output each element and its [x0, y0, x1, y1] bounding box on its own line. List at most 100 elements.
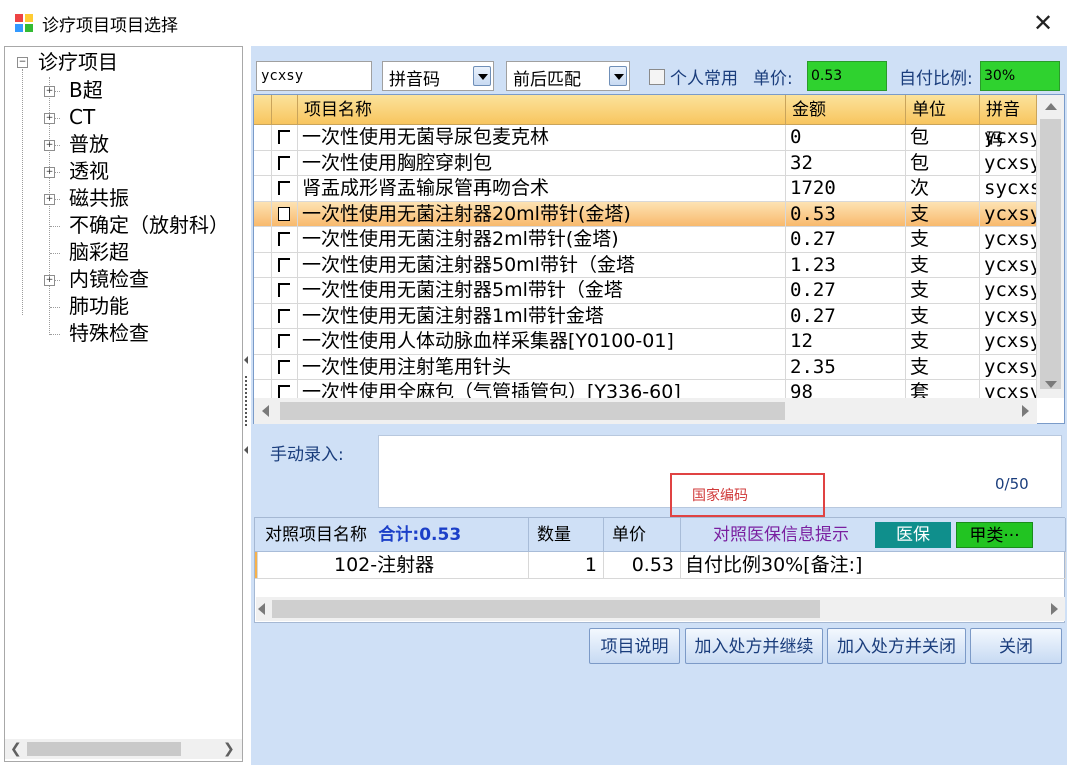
chevron-down-icon[interactable]: [609, 66, 627, 86]
cell-amount[interactable]: 0.27: [786, 303, 906, 329]
row-checkbox[interactable]: [272, 227, 298, 253]
column-header-unit[interactable]: 单位: [906, 95, 980, 125]
table-row[interactable]: 一次性使用无菌注射器50ml带针（金塔 1.23 支 ycxsy: [254, 252, 1037, 278]
table-row[interactable]: 一次性使用无菌导尿包麦克林 0 包 ycxsy: [254, 125, 1037, 151]
tree-item-special[interactable]: 特殊检查: [69, 320, 149, 346]
tree-item-uncertain[interactable]: 不确定（放射科）: [69, 212, 229, 238]
close-button[interactable]: 关闭: [970, 628, 1062, 664]
row-checkbox[interactable]: [272, 125, 298, 151]
scroll-down-icon[interactable]: [1045, 381, 1057, 388]
cell-name[interactable]: 肾盂成形肾盂输尿管再吻合术: [298, 176, 786, 202]
cell-amount[interactable]: 32: [786, 150, 906, 176]
tree-root[interactable]: 诊疗项目: [38, 49, 118, 75]
row-checkbox[interactable]: [272, 329, 298, 355]
expand-icon[interactable]: +: [44, 167, 55, 178]
scroll-right-icon[interactable]: [1051, 603, 1058, 615]
row-header[interactable]: [254, 227, 272, 253]
mapping-row-qty[interactable]: 1: [529, 552, 604, 579]
cell-code[interactable]: ycxsy: [980, 252, 1037, 278]
row-header[interactable]: [254, 150, 272, 176]
tree-item-tcd[interactable]: 脑彩超: [69, 239, 129, 265]
cell-name[interactable]: 一次性使用无菌注射器5ml带针（金塔: [298, 278, 786, 304]
search-mode-select[interactable]: 拼音码: [382, 61, 494, 91]
scroll-left-icon[interactable]: [258, 603, 265, 615]
table-row[interactable]: 一次性使用无菌注射器2ml带针(金塔) 0.27 支 ycxsy: [254, 227, 1037, 253]
cell-unit[interactable]: 支: [906, 252, 980, 278]
row-header[interactable]: [254, 278, 272, 304]
tree-item-ct[interactable]: CT: [69, 104, 95, 130]
cell-code[interactable]: ycxsy: [980, 227, 1037, 253]
row-header[interactable]: [254, 125, 272, 151]
checkbox-icon[interactable]: [278, 130, 290, 144]
expand-icon[interactable]: +: [44, 113, 55, 124]
mapping-row-info[interactable]: 自付比例30%[备注:]: [681, 552, 1066, 579]
tree-item-fluoroscopy[interactable]: 透视: [69, 158, 109, 184]
cell-code[interactable]: sycxs: [980, 176, 1037, 202]
cell-name[interactable]: 一次性使用无菌注射器50ml带针（金塔: [298, 252, 786, 278]
cell-name[interactable]: 一次性使用胸腔穿刺包: [298, 150, 786, 176]
checkbox-icon[interactable]: [278, 359, 290, 374]
cell-name[interactable]: 一次性使用注射笔用针头: [298, 354, 786, 380]
row-header[interactable]: [254, 201, 272, 227]
splitter[interactable]: [243, 46, 251, 762]
row-header[interactable]: [254, 329, 272, 355]
cell-amount[interactable]: 1.23: [786, 252, 906, 278]
scroll-thumb[interactable]: [280, 402, 785, 420]
row-checkbox[interactable]: [272, 252, 298, 278]
table-row[interactable]: 一次性使用无菌注射器20ml带针(金塔) 0.53 支 ycxsy: [254, 201, 1037, 227]
cell-code[interactable]: ycxsy: [980, 278, 1037, 304]
column-header-name[interactable]: 项目名称: [298, 95, 786, 125]
personal-checkbox[interactable]: [649, 69, 665, 85]
checkbox-icon[interactable]: [278, 334, 290, 348]
cell-code[interactable]: ycxsy: [980, 150, 1037, 176]
cell-unit[interactable]: 支: [906, 227, 980, 253]
scroll-thumb[interactable]: [27, 742, 181, 756]
scroll-up-icon[interactable]: [1045, 103, 1057, 110]
row-checkbox[interactable]: [272, 176, 298, 202]
checkbox-icon[interactable]: [278, 308, 290, 323]
category-tree[interactable]: − 诊疗项目 + B超 + CT + 普放 + 透视 + 磁共振 不确定（放射科…: [4, 46, 243, 762]
chevron-down-icon[interactable]: [473, 66, 491, 86]
scroll-thumb[interactable]: [272, 600, 820, 618]
table-row[interactable]: 一次性使用注射笔用针头 2.35 支 ycxsy: [254, 354, 1037, 380]
cell-unit[interactable]: 支: [906, 201, 980, 227]
mapping-row-price[interactable]: 0.53: [604, 552, 681, 579]
mapping-horizontal-scrollbar[interactable]: [256, 597, 1065, 621]
cell-name[interactable]: 一次性使用人体动脉血样采集器[Y0100-01]: [298, 329, 786, 355]
cell-unit[interactable]: 包: [906, 150, 980, 176]
table-row[interactable]: 一次性使用无菌注射器1ml带针金塔 0.27 支 ycxsy: [254, 303, 1037, 329]
row-checkbox[interactable]: [272, 201, 298, 227]
checkbox-icon[interactable]: [278, 232, 290, 246]
checkbox-icon[interactable]: [278, 283, 290, 297]
search-input[interactable]: [256, 61, 372, 91]
add-and-continue-button[interactable]: 加入处方并继续: [685, 628, 823, 664]
row-checkbox[interactable]: [272, 150, 298, 176]
cell-unit[interactable]: 包: [906, 125, 980, 151]
cell-code[interactable]: ycxsy: [980, 125, 1037, 151]
checkbox-icon[interactable]: [278, 257, 290, 272]
cell-unit[interactable]: 支: [906, 329, 980, 355]
tree-item-b-ultrasound[interactable]: B超: [69, 77, 103, 103]
mapping-row-name[interactable]: 102-注射器: [258, 552, 529, 579]
add-and-close-button[interactable]: 加入处方并关闭: [827, 628, 966, 664]
table-row[interactable]: 肾盂成形肾盂输尿管再吻合术 1720 次 sycxs: [254, 176, 1037, 202]
tree-horizontal-scrollbar[interactable]: ❮ ❯: [5, 739, 242, 759]
row-header[interactable]: [254, 252, 272, 278]
cell-amount[interactable]: 0: [786, 125, 906, 151]
tree-item-mri[interactable]: 磁共振: [69, 185, 129, 211]
row-header[interactable]: [254, 176, 272, 202]
cell-name[interactable]: 一次性使用无菌注射器1ml带针金塔: [298, 303, 786, 329]
match-mode-select[interactable]: 前后匹配: [506, 61, 630, 91]
column-header-amount[interactable]: 金额: [786, 95, 906, 125]
cell-code[interactable]: ycxsy: [980, 303, 1037, 329]
tree-item-endoscopy[interactable]: 内镜检查: [69, 266, 149, 292]
cell-name[interactable]: 一次性使用无菌注射器2ml带针(金塔): [298, 227, 786, 253]
cell-amount[interactable]: 2.35: [786, 354, 906, 380]
tree-item-radiography[interactable]: 普放: [69, 131, 109, 157]
scroll-left-icon[interactable]: ❮: [10, 739, 22, 759]
scroll-right-icon[interactable]: ❯: [223, 739, 235, 759]
cell-code[interactable]: ycxsy: [980, 201, 1037, 227]
grid-vertical-scrollbar[interactable]: [1037, 95, 1064, 398]
table-row[interactable]: 一次性使用胸腔穿刺包 32 包 ycxsy: [254, 150, 1037, 176]
column-header-code[interactable]: 拼音码: [980, 95, 1037, 150]
